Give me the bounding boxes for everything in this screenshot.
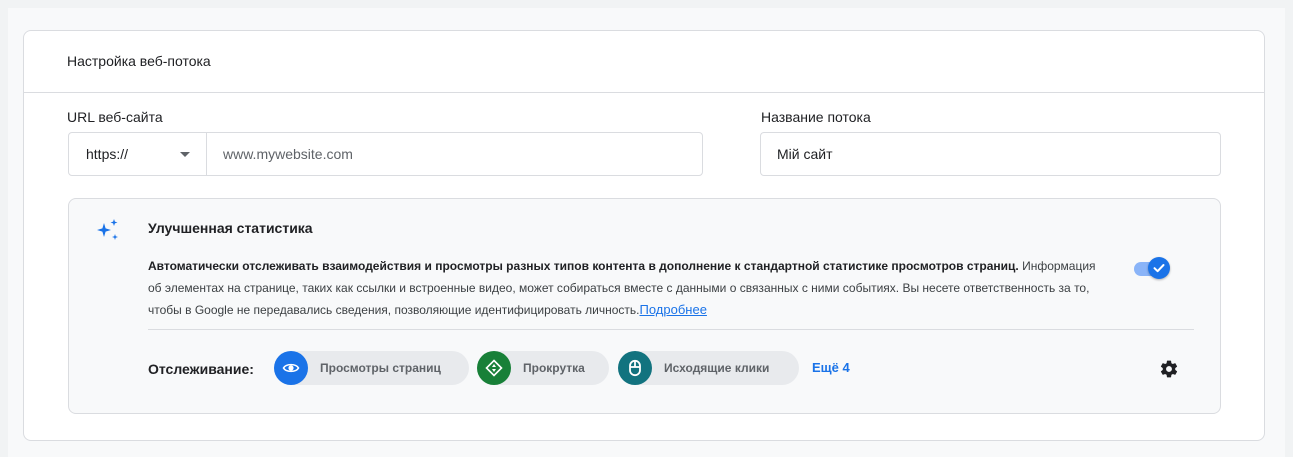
chip-label: Исходящие клики [664,361,770,375]
eye-icon [274,351,308,385]
scroll-arrows-icon [477,351,511,385]
stream-name-label: Название потока [761,109,871,125]
enhanced-measurement-description: Автоматически отслеживать взаимодействия… [148,255,1108,321]
gear-icon[interactable] [1159,359,1179,379]
stream-name-input[interactable] [760,132,1221,176]
chip-label: Просмотры страниц [320,361,441,375]
checkmark-icon [1153,264,1165,273]
web-stream-setup-card: Настройка веб-потока URL веб-сайта Назва… [23,30,1265,441]
enhanced-measurement-title: Улучшенная статистика [148,220,313,236]
enhanced-measurement-panel: Улучшенная статистика Автоматически отсл… [68,198,1221,414]
enhanced-measurement-toggle[interactable] [1132,257,1172,281]
card-divider [24,92,1264,93]
chip-label: Прокрутка [523,361,585,375]
toggle-thumb [1148,257,1170,279]
card-title: Настройка веб-потока [67,53,211,69]
chip-outbound-clicks[interactable]: Исходящие клики [618,351,799,385]
chip-page-views[interactable]: Просмотры страниц [274,351,469,385]
mouse-icon [618,351,652,385]
website-url-label: URL веб-сайта [67,109,163,125]
sparkle-icon [97,219,118,240]
caret-down-icon [180,152,190,157]
protocol-value: https:// [86,146,129,162]
tracking-label: Отслеживание: [148,361,254,377]
more-events-link[interactable]: Ещё 4 [812,360,850,375]
learn-more-link[interactable]: Подробнее [640,302,707,317]
panel-divider [148,329,1194,330]
protocol-select[interactable]: https:// [68,132,207,176]
description-bold-text: Автоматически отслеживать взаимодействия… [148,259,1019,273]
chip-scroll[interactable]: Прокрутка [477,351,609,385]
website-url-input[interactable] [206,132,703,176]
